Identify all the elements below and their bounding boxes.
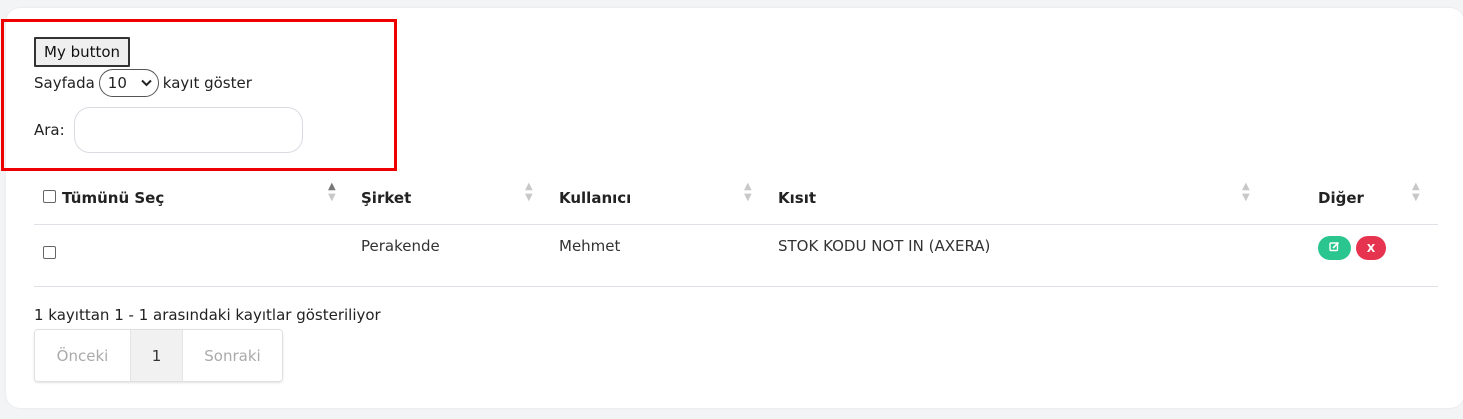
length-prefix: Sayfada (34, 74, 95, 92)
chevron-down-icon (141, 76, 152, 90)
search-control: Ara: (34, 107, 303, 153)
th-select-all[interactable]: Tümünü Seç (43, 172, 164, 224)
th-sirket-label: Şirket (361, 189, 412, 207)
length-select[interactable]: 10 (98, 69, 159, 97)
sort-icon[interactable]: ▲ ▼ (1242, 181, 1250, 203)
next-button[interactable]: Sonraki (183, 330, 282, 381)
cell-kisit: STOK KODU NOT IN (AXERA) (778, 237, 991, 255)
sort-icon[interactable]: ▲ ▼ (1412, 181, 1420, 203)
pagination: Önceki 1 Sonraki (34, 329, 283, 382)
th-diger-label: Diğer (1318, 189, 1364, 207)
sort-icon[interactable]: ▲ ▼ (525, 181, 533, 203)
length-control: Sayfada 10 kayıt göster (34, 68, 252, 98)
edit-icon (1329, 241, 1340, 255)
search-label: Ara: (34, 121, 65, 139)
prev-button[interactable]: Önceki (35, 330, 130, 381)
th-sirket[interactable]: Şirket (361, 172, 411, 224)
sort-icon[interactable]: ▲ ▼ (328, 181, 336, 203)
th-select-all-label: Tümünü Seç (62, 189, 165, 207)
delete-button[interactable]: X (1356, 236, 1386, 260)
length-suffix: kayıt göster (162, 74, 252, 92)
search-input[interactable] (73, 107, 303, 153)
th-kisit[interactable]: Kısıt (778, 172, 816, 224)
close-icon: X (1366, 241, 1376, 255)
table-info: 1 kayıttan 1 - 1 arasındaki kayıtlar gös… (34, 306, 381, 324)
my-button[interactable]: My button (34, 37, 131, 67)
select-all-checkbox[interactable] (43, 189, 56, 203)
th-kullanici[interactable]: Kullanıcı (559, 172, 631, 224)
length-value: 10 (107, 74, 127, 92)
sort-icon[interactable]: ▲ ▼ (744, 181, 752, 203)
edit-button[interactable] (1318, 236, 1351, 260)
cell-sirket: Perakende (361, 237, 440, 255)
th-diger[interactable]: Diğer (1318, 172, 1364, 224)
th-kisit-label: Kısıt (778, 189, 817, 207)
th-kullanici-label: Kullanıcı (559, 189, 632, 207)
table-header: Tümünü Seç ▲ ▼ Şirket ▲ ▼ Kullanıcı ▲ ▼ Kıs… (34, 172, 1438, 225)
row-checkbox[interactable] (43, 246, 56, 259)
table-row: Perakende Mehmet STOK KODU NOT IN (AXERA… (34, 225, 1438, 287)
page-button-1[interactable]: 1 (130, 330, 183, 381)
cell-kullanici: Mehmet (559, 237, 621, 255)
